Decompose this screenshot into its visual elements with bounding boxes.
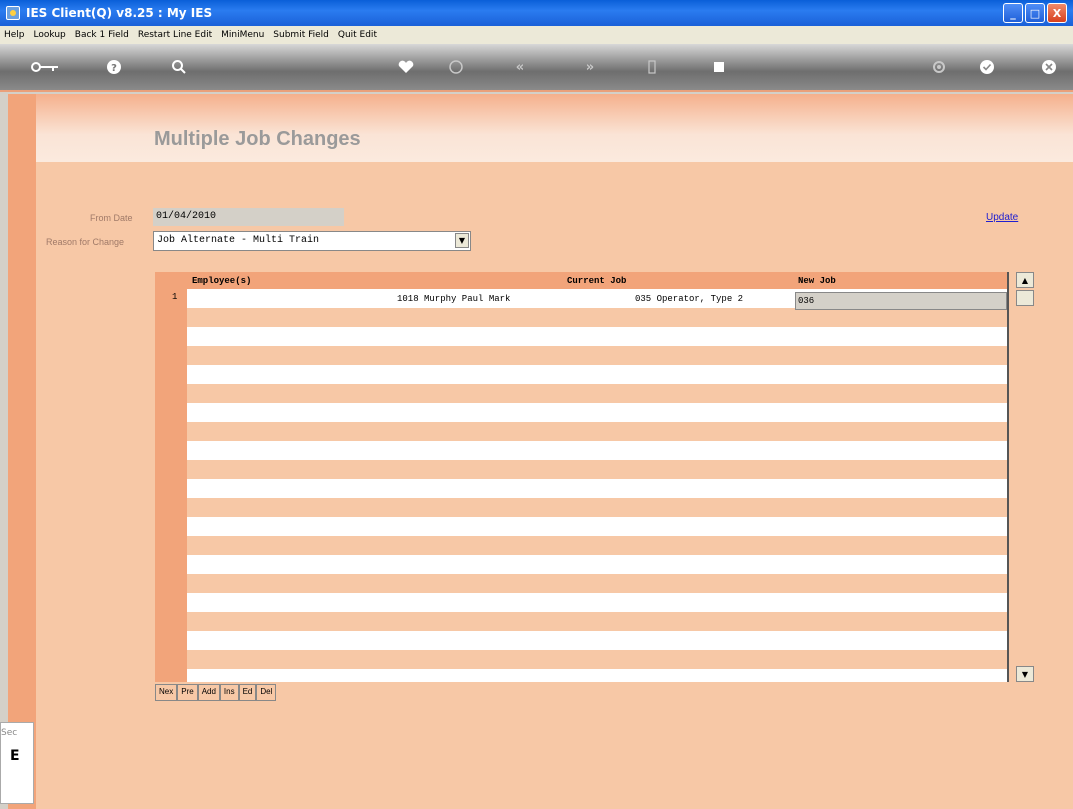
menu-back-1-field[interactable]: Back 1 Field <box>75 30 129 40</box>
new-job-input[interactable]: 036 <box>795 292 1007 310</box>
table-row[interactable] <box>187 612 1007 631</box>
from-date-label: From Date <box>90 213 133 223</box>
window-title: IES Client(Q) v8.25 : My IES <box>26 6 213 20</box>
table-row[interactable] <box>187 517 1007 536</box>
next-button[interactable]: Nex <box>155 684 178 701</box>
menu-quit-edit[interactable]: Quit Edit <box>338 30 377 40</box>
from-date-field[interactable]: 01/04/2010 <box>153 208 344 226</box>
grid-header: Employee(s) Current Job New Job <box>155 272 1007 289</box>
table-row[interactable] <box>187 631 1007 650</box>
scroll-thumb[interactable] <box>1016 290 1034 306</box>
table-row[interactable] <box>187 327 1007 346</box>
key-icon[interactable] <box>30 58 60 76</box>
delete-button[interactable]: Del <box>256 684 277 701</box>
add-button[interactable]: Add <box>197 684 220 701</box>
first-icon[interactable]: « <box>510 58 530 76</box>
table-row[interactable] <box>187 403 1007 422</box>
stop-icon[interactable] <box>712 58 726 76</box>
grid-row-number-strip <box>155 272 187 682</box>
scroll-up-icon[interactable]: ▲ <box>1016 272 1034 288</box>
table-row[interactable] <box>187 498 1007 517</box>
current-job-cell: 035 Operator, Type 2 <box>635 294 744 304</box>
scroll-down-icon[interactable]: ▼ <box>1016 666 1034 682</box>
edit-button[interactable]: Ed <box>238 684 257 701</box>
column-employees: Employee(s) <box>192 276 252 286</box>
check-icon[interactable] <box>978 58 996 76</box>
menu-minimenu[interactable]: MiniMenu <box>221 30 264 40</box>
heart-icon[interactable] <box>397 58 415 76</box>
close-button[interactable]: X <box>1047 3 1067 23</box>
help-icon[interactable]: ? <box>105 58 123 76</box>
table-row[interactable] <box>187 308 1007 327</box>
svg-text:?: ? <box>111 63 117 74</box>
row-number: 1 <box>172 292 178 302</box>
table-row[interactable] <box>187 479 1007 498</box>
table-row[interactable] <box>187 574 1007 593</box>
grid-body <box>187 289 1007 682</box>
table-row[interactable] <box>187 365 1007 384</box>
window-controls: _ □ X <box>1003 3 1067 23</box>
left-strip <box>8 94 36 809</box>
reason-select[interactable]: Job Alternate - Multi Train <box>153 231 471 251</box>
table-row[interactable] <box>187 460 1007 479</box>
maximize-button[interactable]: □ <box>1025 3 1045 23</box>
settings-icon[interactable] <box>930 58 948 76</box>
marker-icon[interactable] <box>645 58 659 76</box>
insert-button[interactable]: Ins <box>219 684 239 701</box>
title-bar: IES Client(Q) v8.25 : My IES _ □ X <box>0 0 1073 26</box>
column-new-job: New Job <box>798 276 836 286</box>
menu-help[interactable]: Help <box>4 30 25 40</box>
previous-button[interactable]: Pre <box>177 684 198 701</box>
grid-border <box>1007 272 1009 682</box>
table-row[interactable] <box>187 555 1007 574</box>
side-panel-label: Sec <box>1 728 18 738</box>
table-row[interactable] <box>187 441 1007 460</box>
row-nav-buttons: Nex Pre Add Ins Ed Del <box>155 684 277 701</box>
minimize-button[interactable]: _ <box>1003 3 1023 23</box>
close-icon[interactable] <box>1040 58 1058 76</box>
update-link[interactable]: Update <box>986 212 1018 223</box>
last-icon[interactable]: » <box>580 58 600 76</box>
chevron-down-icon[interactable]: ▼ <box>455 233 469 248</box>
table-row[interactable] <box>187 669 1007 682</box>
toolbar: ? « » <box>0 44 1073 92</box>
table-row[interactable] <box>187 384 1007 403</box>
menu-bar: Help Lookup Back 1 Field Restart Line Ed… <box>0 26 1073 44</box>
table-row[interactable] <box>187 593 1007 612</box>
menu-submit-field[interactable]: Submit Field <box>273 30 329 40</box>
menu-lookup[interactable]: Lookup <box>34 30 66 40</box>
search-icon[interactable] <box>170 58 188 76</box>
app-icon <box>6 6 20 20</box>
menu-restart-line-edit[interactable]: Restart Line Edit <box>138 30 212 40</box>
side-panel-char: E <box>10 748 20 764</box>
page-title: Multiple Job Changes <box>154 128 361 150</box>
table-row[interactable] <box>187 346 1007 365</box>
employee-cell: 1018 Murphy Paul Mark <box>397 294 511 304</box>
scrollbar[interactable]: ▲ ▼ <box>1016 272 1034 682</box>
table-row[interactable] <box>187 422 1007 441</box>
table-row[interactable] <box>187 650 1007 669</box>
column-current-job: Current Job <box>567 276 627 286</box>
clock-icon[interactable] <box>447 58 465 76</box>
reason-label: Reason for Change <box>46 237 125 247</box>
table-row[interactable] <box>187 536 1007 555</box>
